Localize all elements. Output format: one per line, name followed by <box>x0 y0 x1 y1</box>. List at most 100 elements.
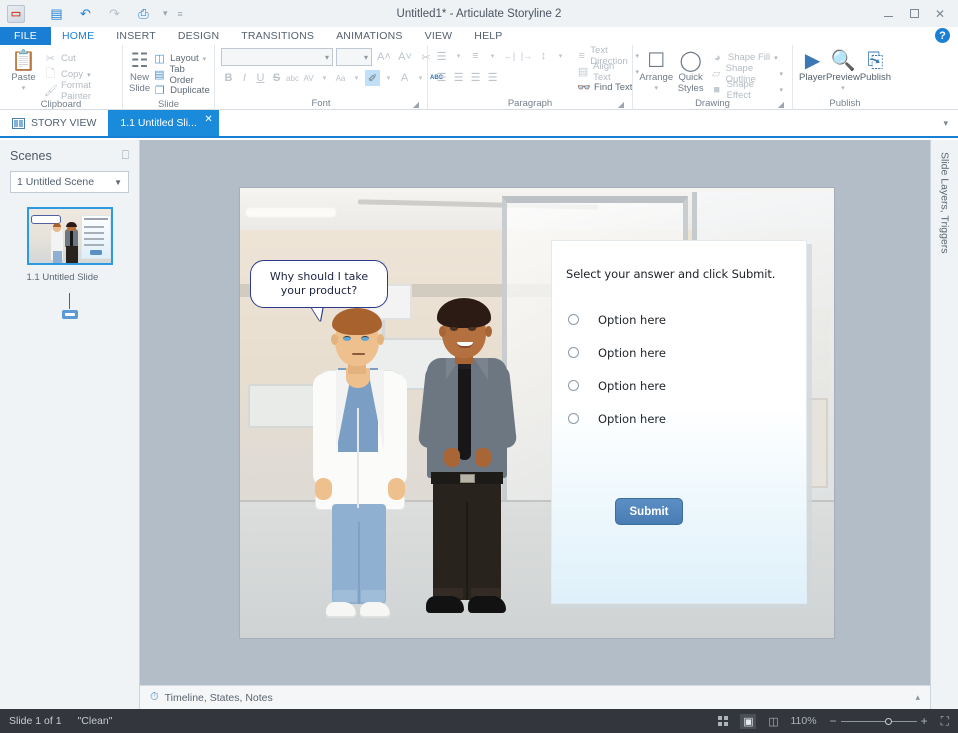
radio-button-icon[interactable] <box>568 314 579 325</box>
menu-tab-help[interactable]: HELP <box>463 27 513 45</box>
tab-order-button[interactable]: ▤ Tab Order <box>150 64 213 86</box>
paste-button[interactable]: 📋 Paste ▾ <box>6 48 41 94</box>
trigger-link-icon[interactable] <box>61 310 78 319</box>
quick-styles-button[interactable]: ◯ Quick Styles <box>673 48 707 94</box>
character-spacing-icon[interactable]: AV <box>301 70 316 86</box>
radio-button-icon[interactable] <box>568 347 579 358</box>
player-button[interactable]: ▶ Player <box>799 48 826 83</box>
new-slide-button[interactable]: ☷ New Slide <box>129 48 150 94</box>
align-left-icon[interactable]: ☰ <box>434 69 449 85</box>
font-color-caret-icon[interactable]: ▾ <box>413 70 428 86</box>
line-spacing-icon[interactable]: ↕ <box>536 48 551 64</box>
radio-button-icon[interactable] <box>568 380 579 391</box>
character-spacing-caret-icon[interactable]: ▾ <box>317 70 332 86</box>
menu-tab-design[interactable]: DESIGN <box>167 27 230 45</box>
increase-indent-icon[interactable]: |→ <box>519 48 534 64</box>
shape-effect-button[interactable]: ■ Shape Effect ▾ <box>708 79 786 101</box>
text-highlight-caret-icon[interactable]: ▾ <box>381 70 396 86</box>
zoom-slider-knob[interactable] <box>884 717 892 725</box>
menu-tab-file[interactable]: FILE <box>0 27 51 45</box>
align-right-icon[interactable]: ☰ <box>468 69 483 85</box>
font-dialog-launcher-icon[interactable]: ◢ <box>413 100 419 109</box>
line-spacing-caret-icon[interactable]: ▾ <box>553 48 568 64</box>
cut-button[interactable]: ✂ Cut <box>41 51 116 66</box>
decrease-indent-icon[interactable]: ←| <box>502 48 517 64</box>
undo-icon[interactable]: ↶ <box>76 4 95 23</box>
align-center-icon[interactable]: ☰ <box>451 69 466 85</box>
font-name-select[interactable]: ▾ <box>221 48 333 66</box>
save-icon[interactable]: ▤ <box>47 4 66 23</box>
businessman-character[interactable] <box>410 296 524 626</box>
slide-thumbnail[interactable] <box>26 207 113 265</box>
bullets-caret-icon[interactable]: ▾ <box>451 48 466 64</box>
submit-button[interactable]: Submit <box>615 498 683 525</box>
tabstrip-overflow-icon[interactable]: ▾ <box>943 110 958 136</box>
slide-canvas-area[interactable]: Why should I take your product? Select y… <box>140 140 930 685</box>
zoom-slider[interactable]: − + <box>826 714 932 728</box>
preview-button[interactable]: 🔍 Preview ▾ <box>826 48 860 94</box>
shape-effect-caret-icon[interactable]: ▾ <box>779 86 783 94</box>
doctor-character[interactable] <box>302 308 418 626</box>
layout-caret-icon[interactable]: ▾ <box>203 55 207 63</box>
fit-to-window-icon[interactable]: ⛶ <box>941 714 949 729</box>
help-icon[interactable]: ? <box>935 28 950 43</box>
paste-caret-icon[interactable]: ▾ <box>22 83 26 94</box>
small-caps-icon[interactable]: abc <box>285 70 300 86</box>
italic-icon[interactable]: I <box>237 70 252 86</box>
maximize-icon[interactable] <box>902 4 926 24</box>
redo-icon[interactable]: ↷ <box>105 4 124 23</box>
strikethrough-icon[interactable]: S <box>269 70 284 86</box>
arrange-caret-icon[interactable]: ▾ <box>654 83 658 94</box>
close-icon[interactable]: ✕ <box>928 4 952 24</box>
grow-font-icon[interactable]: A˄ <box>375 48 393 66</box>
bold-icon[interactable]: B <box>221 70 236 86</box>
tab-close-icon[interactable]: ✕ <box>204 114 212 125</box>
timeline-expand-icon[interactable]: ▴ <box>915 692 920 703</box>
font-color-icon[interactable]: A <box>397 70 412 86</box>
copy-caret-icon[interactable]: ▾ <box>87 71 91 79</box>
qat-overflow-icon[interactable]: ≡ <box>178 9 183 19</box>
zoom-out-button[interactable]: − <box>826 714 841 728</box>
paragraph-dialog-launcher-icon[interactable]: ◢ <box>618 100 624 109</box>
story-view-button[interactable] <box>715 714 731 729</box>
zoom-slider-track[interactable] <box>840 717 917 725</box>
format-painter-button[interactable]: 🖌 Format Painter <box>41 80 116 102</box>
print-icon[interactable]: ⎙ <box>134 4 153 23</box>
collapse-panel-icon[interactable]: ⎕ <box>122 148 129 163</box>
shape-fill-caret-icon[interactable]: ▾ <box>774 54 778 62</box>
speech-bubble[interactable]: Why should I take your product? <box>250 260 388 308</box>
timeline-bar[interactable]: ⏱ Timeline, States, Notes ▴ <box>140 685 930 709</box>
quiz-option-2[interactable]: Option here <box>552 336 806 369</box>
publish-button[interactable]: ⎘ Publish <box>860 48 891 83</box>
duplicate-button[interactable]: ❐ Duplicate <box>150 83 213 98</box>
underline-icon[interactable]: U <box>253 70 268 86</box>
tab-slide-1-1[interactable]: 1.1 Untitled Sli... ✕ <box>108 110 219 136</box>
numbering-icon[interactable]: ≡ <box>468 48 483 64</box>
text-highlight-icon[interactable]: ✐ <box>365 70 380 86</box>
quiz-option-4[interactable]: Option here <box>552 402 806 435</box>
shrink-font-icon[interactable]: A˅ <box>396 48 414 66</box>
scene-selector[interactable]: 1 Untitled Scene ▼ <box>10 171 129 193</box>
minimize-icon[interactable] <box>876 4 900 24</box>
menu-tab-transitions[interactable]: TRANSITIONS <box>230 27 325 45</box>
zoom-in-button[interactable]: + <box>917 714 932 728</box>
menu-tab-home[interactable]: HOME <box>50 27 106 45</box>
preview-caret-icon[interactable]: ▾ <box>841 83 845 94</box>
slide-stage[interactable]: Why should I take your product? Select y… <box>240 188 834 638</box>
justify-icon[interactable]: ☰ <box>485 69 500 85</box>
quiz-panel[interactable]: Select your answer and click Submit. Opt… <box>551 240 807 604</box>
change-case-caret-icon[interactable]: ▾ <box>349 70 364 86</box>
font-size-select[interactable]: ▾ <box>336 48 372 66</box>
quiz-option-3[interactable]: Option here <box>552 369 806 402</box>
menu-tab-insert[interactable]: INSERT <box>105 27 167 45</box>
form-view-button[interactable]: ◫ <box>765 714 781 729</box>
tab-story-view[interactable]: STORY VIEW <box>0 110 108 136</box>
bullets-icon[interactable]: ☰ <box>434 48 449 64</box>
arrange-button[interactable]: ☐ Arrange ▾ <box>639 48 673 94</box>
menu-tab-animations[interactable]: ANIMATIONS <box>325 27 414 45</box>
numbering-caret-icon[interactable]: ▾ <box>485 48 500 64</box>
menu-tab-view[interactable]: VIEW <box>414 27 464 45</box>
radio-button-icon[interactable] <box>568 413 579 424</box>
slide-view-button[interactable]: ▣ <box>740 713 757 729</box>
slide-layers-triggers-panel[interactable]: Slide Layers, Triggers <box>930 140 958 709</box>
